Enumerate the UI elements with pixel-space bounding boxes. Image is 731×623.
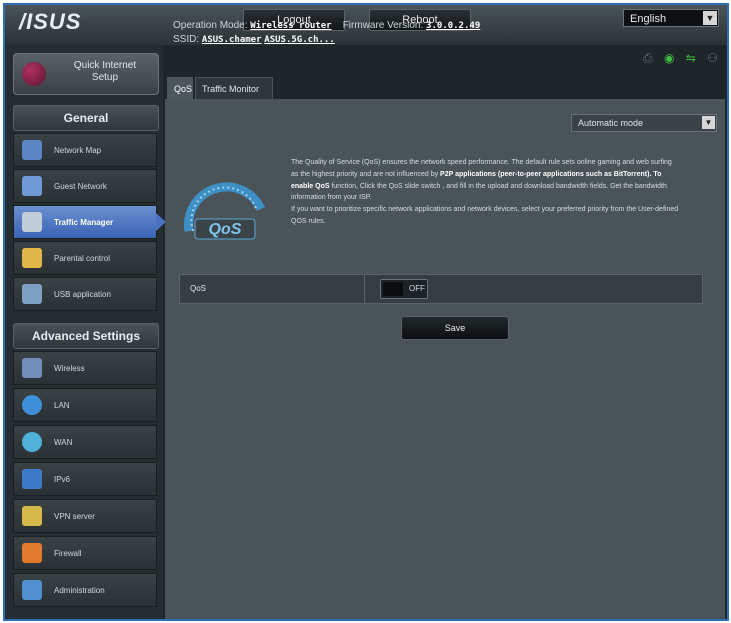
- qos-setting-row: QoS OFF: [179, 274, 703, 304]
- user-icon[interactable]: ⚇: [707, 51, 718, 65]
- row-divider: [364, 275, 365, 303]
- sidebar-item-label: Traffic Manager: [54, 218, 114, 227]
- sidebar-item-label: VPN server: [54, 512, 95, 521]
- tab-traffic-monitor[interactable]: Traffic Monitor: [195, 77, 273, 99]
- traffic-manager-icon: [22, 212, 42, 232]
- sidebar-item-label: Firewall: [54, 549, 82, 558]
- qos-state: OFF: [409, 284, 425, 293]
- ipv6-icon: [22, 469, 42, 489]
- administration-icon: [22, 580, 42, 600]
- qos-mode-value: Automatic mode: [578, 118, 644, 128]
- qos-description: The Quality of Service (QoS) ensures the…: [291, 157, 681, 228]
- sidebar-item-label: Parental control: [54, 254, 111, 263]
- sidebar-item-label: Guest Network: [54, 182, 107, 191]
- router-admin-window: /ISUS Logout Reboot English ▼ Operation …: [3, 3, 729, 621]
- ssid-link-2[interactable]: ASUS.5G.ch...: [264, 35, 334, 45]
- operation-mode-link[interactable]: Wireless router: [250, 21, 331, 31]
- description-text-3: If you want to prioritize specific netwo…: [291, 206, 679, 225]
- qos-label: QoS: [190, 284, 207, 293]
- tab-qos[interactable]: QoS: [167, 77, 193, 99]
- operation-info: Operation Mode: Wireless router Firmware…: [173, 19, 480, 47]
- sidebar-item-vpn-server[interactable]: VPN server: [13, 499, 157, 533]
- quick-internet-setup-button[interactable]: Quick Internet Setup: [13, 53, 159, 95]
- wireless-icon: [22, 358, 42, 378]
- firewall-icon: [22, 543, 42, 563]
- language-select[interactable]: English ▼: [623, 9, 719, 27]
- sidebar-item-firewall[interactable]: Firewall: [13, 536, 157, 570]
- lan-icon: [22, 395, 42, 415]
- qos-gauge-icon: QoS: [184, 182, 266, 240]
- save-button[interactable]: Save: [401, 316, 509, 340]
- sidebar-item-network-map[interactable]: Network Map: [13, 133, 157, 167]
- sidebar-item-wireless[interactable]: Wireless: [13, 351, 157, 385]
- ssid-label: SSID:: [173, 34, 200, 45]
- ssid-link-1[interactable]: ASUS.chamer: [202, 35, 262, 45]
- printer-icon[interactable]: ⎙: [643, 51, 653, 65]
- sidebar: Quick Internet Setup General Network Map…: [5, 45, 166, 619]
- status-icons: ⎙ ◉ ⇋ ⚇: [643, 51, 726, 66]
- quick-setup-icon: [22, 62, 46, 86]
- guest-network-icon: [22, 176, 42, 196]
- sidebar-item-parental-control[interactable]: Parental control: [13, 241, 157, 275]
- qos-mode-select[interactable]: Automatic mode ▼: [571, 114, 717, 132]
- operation-mode-label: Operation Mode:: [173, 20, 248, 31]
- sidebar-item-label: LAN: [54, 401, 70, 410]
- chevron-down-icon: ▼: [703, 11, 717, 25]
- wan-icon: [22, 432, 42, 452]
- asus-logo[interactable]: /ISUS: [19, 9, 81, 35]
- sidebar-item-wan[interactable]: WAN: [13, 425, 157, 459]
- qos-panel: Automatic mode ▼ QoS The Quality of Serv…: [165, 99, 725, 619]
- advanced-settings-header: Advanced Settings: [13, 323, 159, 349]
- sidebar-item-label: USB application: [54, 290, 111, 299]
- sidebar-item-label: Administration: [54, 586, 105, 595]
- usb-status-icon[interactable]: ⇋: [686, 51, 696, 65]
- sidebar-item-ipv6[interactable]: IPv6: [13, 462, 157, 496]
- firmware-link[interactable]: 3.0.0.2.49: [426, 21, 480, 31]
- sidebar-item-label: IPv6: [54, 475, 71, 484]
- sidebar-item-lan[interactable]: LAN: [13, 388, 157, 422]
- description-text-2: function, Click the QoS slide switch , a…: [291, 182, 667, 202]
- sidebar-item-guest-network[interactable]: Guest Network: [13, 169, 157, 203]
- network-map-icon: [22, 140, 42, 160]
- sidebar-item-label: WAN: [54, 438, 73, 447]
- language-value: English: [630, 13, 667, 25]
- general-header: General: [13, 105, 159, 131]
- sidebar-item-administration[interactable]: Administration: [13, 573, 157, 607]
- qos-toggle-switch[interactable]: OFF: [380, 279, 428, 299]
- sidebar-item-traffic-manager[interactable]: Traffic Manager: [13, 205, 166, 239]
- usb-application-icon: [22, 284, 42, 304]
- internet-status-icon[interactable]: ◉: [664, 51, 674, 65]
- toggle-knob: [383, 282, 403, 296]
- parental-control-icon: [22, 248, 42, 268]
- vpn-server-icon: [22, 506, 42, 526]
- gauge-text: QoS: [209, 221, 242, 238]
- sidebar-item-label: Wireless: [54, 364, 85, 373]
- sidebar-item-usb-application[interactable]: USB application: [13, 277, 157, 311]
- quick-setup-label: Quick Internet Setup: [73, 60, 137, 83]
- chevron-down-icon: ▼: [702, 116, 715, 129]
- firmware-label: Firmware Version:: [342, 20, 424, 31]
- sidebar-item-label: Network Map: [54, 146, 102, 155]
